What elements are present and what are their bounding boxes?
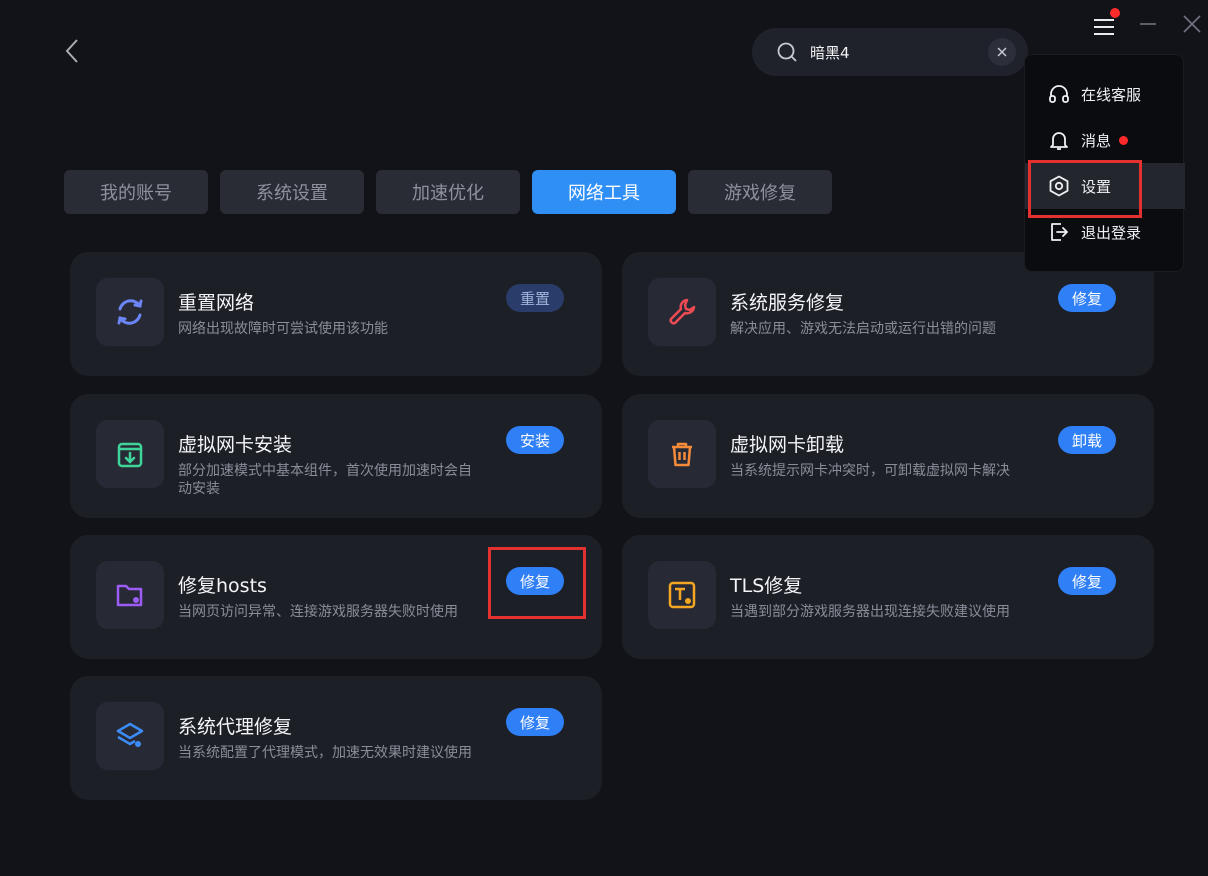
service-repair-icon-box xyxy=(648,278,716,346)
tab-my-account[interactable]: 我的账号 xyxy=(64,170,208,214)
wrench-icon xyxy=(669,298,696,325)
menu-button[interactable] xyxy=(1090,8,1120,42)
reset-button[interactable]: 重置 xyxy=(506,284,564,312)
trash-icon xyxy=(672,442,692,467)
menu-item-label: 退出登录 xyxy=(1081,223,1142,242)
tab-system-settings[interactable]: 系统设置 xyxy=(220,170,364,214)
card-description: 部分加速模式中基本组件，首次使用加速时会自动安装 xyxy=(178,463,472,497)
card-description: 当遇到部分游戏服务器出现连接失败建议使用 xyxy=(730,604,1010,620)
proxy-icon-box xyxy=(96,702,164,770)
reset-network-icon-box xyxy=(96,278,164,346)
menu-item-label: 在线客服 xyxy=(1081,85,1142,104)
card-title: 系统代理修复 xyxy=(178,716,293,738)
card-title: 重置网络 xyxy=(178,292,255,314)
uninstall-button[interactable]: 卸载 xyxy=(1058,426,1116,454)
folder-gear-icon xyxy=(116,584,143,607)
back-button[interactable] xyxy=(58,34,86,68)
refresh-icon xyxy=(117,299,143,325)
repair-proxy-button[interactable]: 修复 xyxy=(506,708,564,736)
menu-item-label: 消息 xyxy=(1081,131,1112,150)
headset-icon xyxy=(1049,85,1069,103)
tab-acceleration[interactable]: 加速优化 xyxy=(376,170,520,214)
minimize-icon xyxy=(1140,23,1156,25)
card-title: 虚拟网卡安装 xyxy=(178,434,293,456)
card-description: 解决应用、游戏无法启动或运行出错的问题 xyxy=(730,321,996,337)
card-title: 虚拟网卡卸载 xyxy=(730,434,845,456)
card-description: 当网页访问异常、连接游戏服务器失败时使用 xyxy=(178,604,458,620)
close-icon xyxy=(997,47,1007,57)
search-box[interactable]: 暗黑4 xyxy=(752,28,1028,76)
tab-bar: 我的账号 系统设置 加速优化 网络工具 游戏修复 xyxy=(64,170,832,214)
tls-gear-icon xyxy=(668,581,696,609)
card-description: 当系统提示网卡冲突时，可卸载虚拟网卡解决 xyxy=(730,463,1010,479)
tool-card-virtual-nic-uninstall: 虚拟网卡卸载 当系统提示网卡冲突时，可卸载虚拟网卡解决 卸载 xyxy=(622,394,1154,518)
card-title: 系统服务修复 xyxy=(730,292,845,314)
menu-item-messages[interactable]: 消息 xyxy=(1025,117,1185,163)
hosts-icon-box xyxy=(96,561,164,629)
logout-icon xyxy=(1051,223,1068,241)
search-query[interactable]: 暗黑4 xyxy=(810,42,988,63)
card-description: 网络出现故障时可尝试使用该功能 xyxy=(178,321,388,337)
close-window-button[interactable] xyxy=(1180,12,1204,36)
card-title: 修复hosts xyxy=(178,575,267,597)
install-button[interactable]: 安装 xyxy=(506,426,564,454)
unread-dot xyxy=(1119,135,1129,145)
uninstall-icon-box xyxy=(648,420,716,488)
repair-service-button[interactable]: 修复 xyxy=(1058,284,1116,312)
notification-dot xyxy=(1110,8,1120,18)
highlight-box xyxy=(488,547,586,619)
minimize-button[interactable] xyxy=(1136,12,1160,36)
search-icon xyxy=(777,42,797,62)
bell-icon xyxy=(1050,132,1068,150)
tool-card-virtual-nic-install: 虚拟网卡安装 部分加速模式中基本组件，首次使用加速时会自动安装 安装 xyxy=(70,394,602,518)
install-icon-box xyxy=(96,420,164,488)
tab-game-repair[interactable]: 游戏修复 xyxy=(688,170,832,214)
chevron-left-icon xyxy=(65,39,78,63)
layers-gear-icon xyxy=(116,722,144,747)
clear-search-button[interactable] xyxy=(988,38,1016,66)
close-icon xyxy=(1183,15,1201,33)
menu-item-online-service[interactable]: 在线客服 xyxy=(1025,71,1185,117)
tool-card-system-proxy-repair: 系统代理修复 当系统配置了代理模式，加速无效果时建议使用 修复 xyxy=(70,676,602,800)
download-box-icon xyxy=(117,442,143,468)
tls-icon-box xyxy=(648,561,716,629)
card-description: 当系统配置了代理模式，加速无效果时建议使用 xyxy=(178,745,472,761)
highlight-box xyxy=(1028,160,1142,218)
tab-network-tools[interactable]: 网络工具 xyxy=(532,170,676,214)
repair-tls-button[interactable]: 修复 xyxy=(1058,567,1116,595)
tool-card-tls-repair: TLS修复 当遇到部分游戏服务器出现连接失败建议使用 修复 xyxy=(622,535,1154,659)
card-title: TLS修复 xyxy=(730,575,803,597)
tool-card-reset-network: 重置网络 网络出现故障时可尝试使用该功能 重置 xyxy=(70,252,602,376)
